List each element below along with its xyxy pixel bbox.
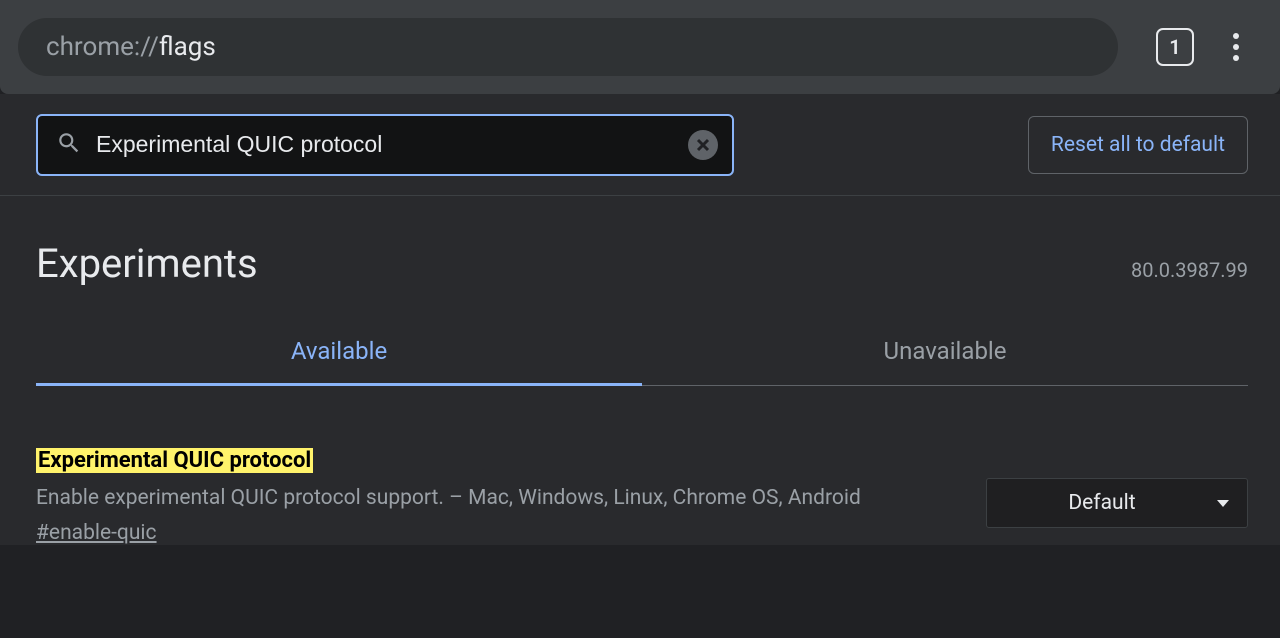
tab-switcher-button[interactable]: 1: [1156, 28, 1194, 66]
flag-anchor-link[interactable]: #enable-quic: [36, 521, 157, 545]
chrome-version: 80.0.3987.99: [1131, 258, 1248, 282]
tab-unavailable[interactable]: Unavailable: [642, 337, 1248, 385]
flag-state-select[interactable]: Default: [986, 478, 1248, 528]
browser-toolbar: chrome://flags 1: [0, 0, 1280, 94]
kebab-menu-icon[interactable]: [1216, 27, 1256, 67]
omnibox[interactable]: chrome://flags: [18, 18, 1118, 76]
reset-all-button[interactable]: Reset all to default: [1028, 116, 1248, 174]
tab-bar: Available Unavailable: [36, 337, 1248, 386]
clear-search-button[interactable]: [688, 130, 718, 160]
search-icon: [56, 130, 82, 160]
flag-description: Enable experimental QUIC protocol suppor…: [36, 483, 956, 515]
flags-search-box[interactable]: [36, 114, 734, 176]
flag-title: Experimental QUIC protocol: [36, 448, 313, 473]
url-scheme: chrome://: [46, 32, 159, 62]
flags-controls-row: Reset all to default: [0, 94, 1280, 196]
chevron-down-icon: [1217, 500, 1229, 507]
tab-count-label: 1: [1169, 35, 1180, 59]
tab-available[interactable]: Available: [36, 337, 642, 385]
url-path: flags: [159, 32, 216, 62]
flags-search-input[interactable]: [82, 131, 688, 158]
flags-content: Experiments 80.0.3987.99 Available Unava…: [0, 196, 1280, 545]
page-title: Experiments: [36, 240, 258, 287]
flag-state-value: Default: [987, 491, 1217, 515]
tab-available-label: Available: [291, 337, 387, 365]
reset-all-label: Reset all to default: [1051, 133, 1225, 157]
flag-item: Experimental QUIC protocol Enable experi…: [36, 448, 1248, 545]
tab-unavailable-label: Unavailable: [884, 337, 1007, 365]
